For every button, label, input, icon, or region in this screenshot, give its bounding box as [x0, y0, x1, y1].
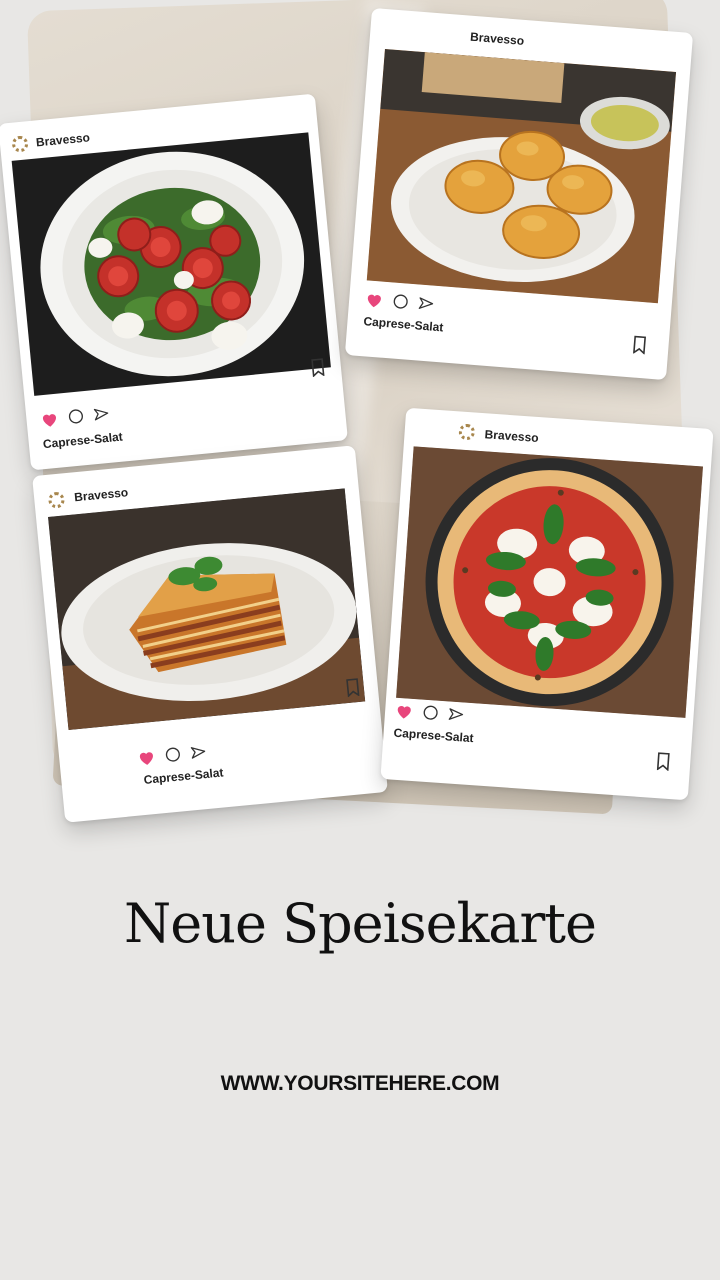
post-actions	[365, 290, 435, 312]
bookmark-icon[interactable]	[656, 752, 671, 771]
post-caption: Caprese-Salat	[362, 314, 444, 335]
heart-icon[interactable]	[40, 410, 59, 428]
bookmark-icon[interactable]	[345, 678, 361, 698]
post-actions	[395, 702, 465, 724]
send-icon[interactable]	[93, 405, 110, 422]
post-card-fried-dough[interactable]: Bravesso Caprese-Salat	[344, 7, 694, 381]
post-caption: Caprese-Salat	[143, 765, 225, 787]
send-icon[interactable]	[418, 295, 435, 312]
brand-logo-icon	[458, 423, 476, 441]
brand-logo-icon	[47, 491, 66, 509]
post-photo-margherita-pizza	[396, 446, 703, 718]
post-caption: Caprese-Salat	[42, 429, 124, 452]
post-photo-lasagna	[48, 488, 366, 730]
headline: Neue Speisekarte	[124, 892, 597, 955]
post-card-pizza[interactable]: Bravesso Caprese-Salat	[380, 407, 714, 801]
comment-icon[interactable]	[164, 745, 183, 764]
post-card-lasagna[interactable]: Bravesso Caprese-Salat	[32, 445, 388, 823]
brand-logo-icon	[11, 135, 29, 153]
comment-icon[interactable]	[67, 407, 86, 426]
comment-icon[interactable]	[392, 292, 410, 310]
post-brand: Bravesso	[35, 130, 91, 150]
post-brand: Bravesso	[469, 29, 525, 48]
bookmark-icon[interactable]	[310, 358, 326, 378]
heart-icon[interactable]	[137, 748, 156, 766]
post-actions	[137, 743, 207, 767]
bookmark-icon[interactable]	[632, 335, 647, 355]
post-photo-caprese-salad	[11, 132, 331, 396]
comment-icon[interactable]	[422, 704, 440, 722]
post-brand: Bravesso	[484, 427, 540, 445]
post-caption: Caprese-Salat	[393, 725, 474, 746]
post-brand: Bravesso	[73, 485, 129, 505]
heart-icon[interactable]	[365, 291, 384, 308]
post-actions	[40, 405, 110, 429]
post-photo-fried-dough-balls	[366, 49, 677, 304]
post-card-caprese[interactable]: Bravesso Caprese-Salat	[0, 93, 348, 471]
send-icon[interactable]	[190, 743, 207, 760]
heart-icon[interactable]	[395, 702, 414, 719]
website-link[interactable]: WWW.YOURSITEHERE.COM	[0, 1072, 720, 1096]
send-icon[interactable]	[448, 706, 465, 723]
